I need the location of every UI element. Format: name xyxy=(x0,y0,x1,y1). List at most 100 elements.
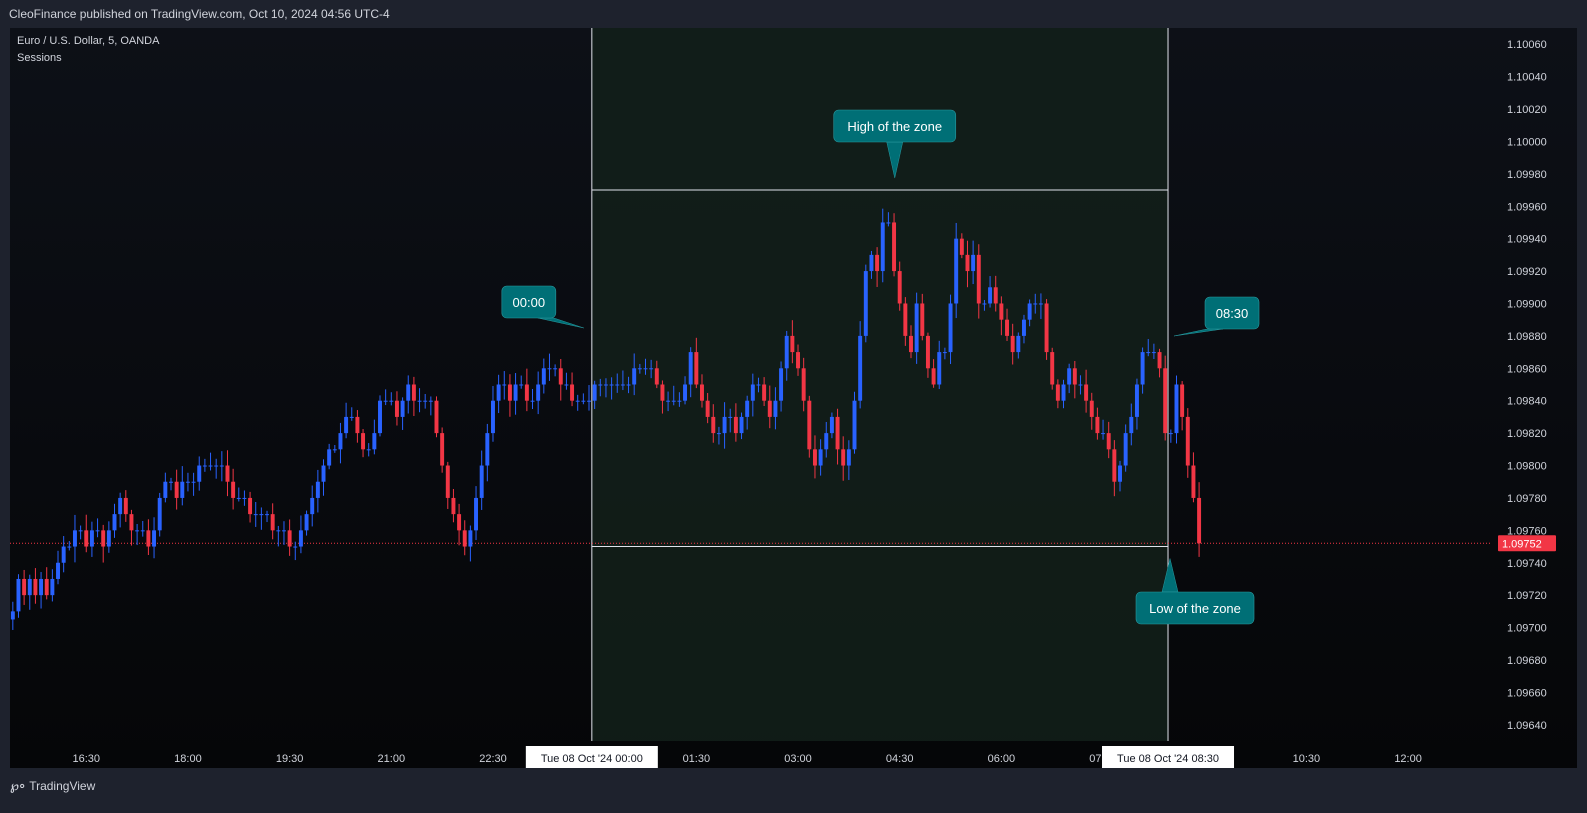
candle xyxy=(570,372,575,407)
candle-body xyxy=(67,546,72,548)
candle-body xyxy=(954,238,959,304)
candle xyxy=(242,490,247,506)
candle-body xyxy=(1084,384,1089,401)
candle-body xyxy=(626,384,631,386)
candle-body xyxy=(733,416,738,434)
indicator-legend[interactable]: Sessions xyxy=(17,52,62,64)
symbol-legend[interactable]: Euro / U.S. Dollar, 5, OANDA xyxy=(17,35,159,47)
candle xyxy=(135,524,140,546)
candle xyxy=(169,477,173,491)
candle-body xyxy=(829,416,834,434)
candle-body xyxy=(897,271,902,304)
y-tick-label: 1.09940 xyxy=(1507,234,1547,246)
candle-body xyxy=(739,416,744,434)
y-tick-label: 1.10020 xyxy=(1507,104,1547,116)
candle-body xyxy=(892,222,897,272)
candle-body xyxy=(1038,303,1043,305)
candle xyxy=(468,525,473,562)
candle-body xyxy=(496,384,501,401)
x-tick-label: 16:30 xyxy=(72,753,100,765)
candle xyxy=(67,541,72,551)
candle-body xyxy=(1089,400,1094,417)
x-tick-label: 22:30 xyxy=(479,753,507,765)
publish-text: CleoFinance published on TradingView.com… xyxy=(9,7,390,21)
brand[interactable]: ℘∘ TradingView xyxy=(10,778,95,794)
candle xyxy=(16,574,21,618)
y-tick-label: 1.09640 xyxy=(1507,720,1547,732)
candle-body xyxy=(615,384,620,386)
candle-body xyxy=(1134,384,1139,417)
current-price-label: 1.09752 xyxy=(1502,538,1542,550)
candle-body xyxy=(349,416,354,418)
candle xyxy=(383,389,388,406)
candle-body xyxy=(982,303,987,305)
candle-body xyxy=(773,400,778,417)
candle xyxy=(174,469,179,510)
candle xyxy=(191,472,196,496)
candle-body xyxy=(903,303,908,336)
candle xyxy=(84,514,89,553)
candle-body xyxy=(1157,352,1162,369)
candle-body xyxy=(835,416,840,450)
candle-body xyxy=(56,562,60,579)
candle xyxy=(389,392,394,406)
candle-body xyxy=(1168,433,1173,435)
candle xyxy=(219,451,224,482)
candle-body xyxy=(931,368,936,385)
candle xyxy=(892,213,897,277)
candle xyxy=(202,458,207,472)
y-tick-label: 1.09740 xyxy=(1507,558,1547,570)
candle xyxy=(428,396,433,416)
candle xyxy=(440,427,445,473)
candle-body xyxy=(1146,352,1151,354)
candle xyxy=(524,368,529,412)
candle-body xyxy=(95,530,100,532)
candle xyxy=(378,395,382,437)
candle-body xyxy=(225,465,230,482)
candle-body xyxy=(236,497,241,499)
candle-body xyxy=(558,368,563,385)
candle xyxy=(434,396,439,438)
candle-body xyxy=(84,530,89,547)
chart-pane[interactable]: 1.10060 1.10040 1.10020 1.10000 1.09980 1.099… xyxy=(10,28,1577,768)
candle-body xyxy=(1044,303,1049,353)
candle xyxy=(451,488,456,523)
candle xyxy=(56,550,60,585)
candle-body xyxy=(253,514,258,516)
candle xyxy=(61,536,66,573)
candle-body xyxy=(547,368,552,370)
candle xyxy=(321,459,326,496)
candle xyxy=(558,359,563,401)
candle-body xyxy=(400,400,405,417)
candle-body xyxy=(643,368,648,370)
candle-body xyxy=(361,433,366,450)
candle-body xyxy=(993,287,998,304)
candle xyxy=(575,394,580,411)
candle-body xyxy=(666,400,671,402)
candle-body xyxy=(1129,416,1134,434)
y-tick-label: 1.10060 xyxy=(1507,39,1547,51)
candle-body xyxy=(445,465,450,498)
candle xyxy=(457,503,462,546)
candle xyxy=(519,375,524,389)
candle-body xyxy=(767,400,772,417)
candle xyxy=(536,371,541,415)
candle xyxy=(287,519,292,556)
candle-body xyxy=(790,335,795,353)
candle xyxy=(349,407,354,421)
candlestick-chart[interactable]: 1.10060 1.10040 1.10020 1.10000 1.09980 1.099… xyxy=(10,28,1577,768)
candle-body xyxy=(553,368,558,370)
candle-body xyxy=(451,497,456,515)
y-tick-label: 1.09840 xyxy=(1507,396,1547,408)
candle-body xyxy=(948,303,953,353)
candle xyxy=(129,509,134,546)
candle-body xyxy=(366,449,371,451)
candle-body xyxy=(801,368,806,401)
candle-body xyxy=(1180,384,1185,417)
candle xyxy=(1163,355,1168,441)
candle-body xyxy=(779,368,784,401)
candle-body xyxy=(372,433,377,450)
candle-body xyxy=(575,400,580,402)
candle xyxy=(281,521,286,545)
callout-tail xyxy=(1173,328,1224,337)
